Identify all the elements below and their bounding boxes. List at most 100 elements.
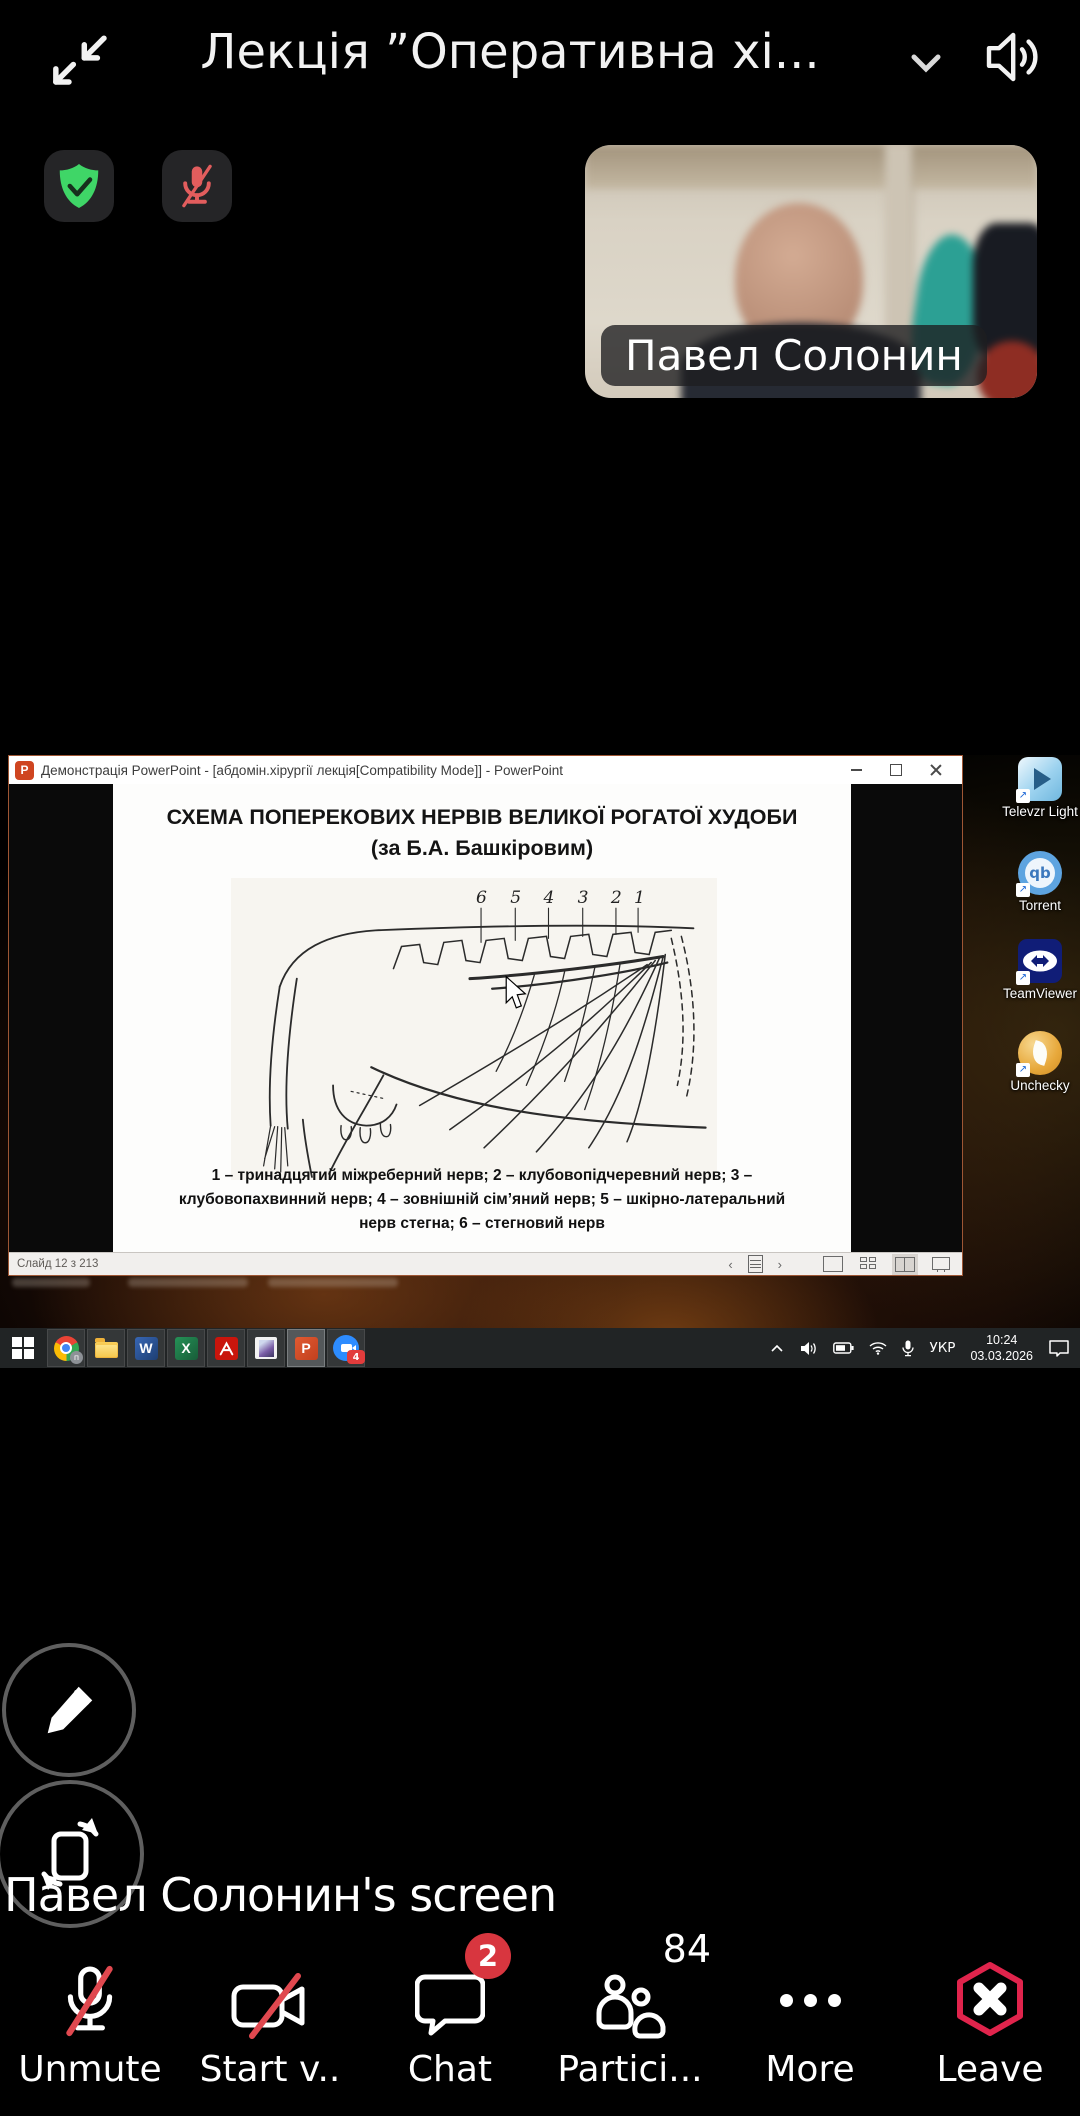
chat-unread-badge: 2 bbox=[465, 1933, 511, 1979]
more-button[interactable]: More bbox=[720, 1935, 900, 2116]
powerpoint-app-icon: P bbox=[15, 761, 34, 780]
svg-text:1: 1 bbox=[634, 888, 645, 908]
mic-muted-icon bbox=[57, 1963, 123, 2039]
participants-button[interactable]: 84 Partici... bbox=[540, 1935, 720, 2116]
zoom-notification-badge: 4 bbox=[347, 1350, 365, 1364]
word-icon: W bbox=[135, 1337, 158, 1360]
language-indicator[interactable]: УКР bbox=[929, 1340, 955, 1356]
slideshow-view-button[interactable] bbox=[932, 1257, 950, 1270]
window-close-button[interactable] bbox=[916, 757, 956, 783]
zoom-app-icon: 4 bbox=[333, 1335, 359, 1361]
maximize-icon bbox=[890, 764, 902, 776]
taskbar-chrome[interactable]: п bbox=[47, 1329, 85, 1367]
powerpoint-statusbar: Слайд 12 з 213 ‹ › bbox=[9, 1252, 962, 1275]
leave-hexagon-icon bbox=[950, 1959, 1030, 2039]
tray-time: 10:24 bbox=[970, 1332, 1033, 1348]
leave-button[interactable]: Leave bbox=[900, 1935, 1080, 2116]
annotate-button[interactable] bbox=[2, 1643, 136, 1777]
shield-check-icon bbox=[57, 162, 101, 210]
speaker-button[interactable] bbox=[978, 24, 1044, 90]
taskbar-photo-viewer[interactable] bbox=[247, 1329, 285, 1367]
start-video-button[interactable]: Start v.. bbox=[180, 1935, 360, 2116]
window-maximize-button[interactable] bbox=[876, 757, 916, 783]
notes-icon[interactable] bbox=[748, 1255, 763, 1273]
windows-taskbar: п W X P 4 bbox=[0, 1328, 1080, 1368]
tray-battery-icon[interactable] bbox=[833, 1342, 854, 1354]
excel-icon: X bbox=[175, 1337, 198, 1360]
slide-title-line2: (за Б.А. Башкіровим) bbox=[113, 833, 851, 864]
slide-caption: 1 – тринадцятий міжреберний нерв; 2 – кл… bbox=[176, 1164, 788, 1236]
tray-mic-icon[interactable] bbox=[902, 1340, 914, 1357]
powerpoint-titlebar[interactable]: P Демонстрація PowerPoint - [абдомін.хір… bbox=[9, 756, 962, 784]
file-explorer-icon bbox=[95, 1342, 118, 1358]
close-icon bbox=[930, 764, 942, 776]
windows-logo-icon bbox=[12, 1337, 34, 1359]
svg-text:4: 4 bbox=[542, 888, 554, 908]
meeting-toolbar: Unmute Start v.. 2 Chat bbox=[0, 1935, 1080, 2116]
shared-screen-area: P Демонстрація PowerPoint - [абдомін.хір… bbox=[0, 755, 1080, 1368]
security-button[interactable] bbox=[44, 150, 114, 222]
desktop-shortcut-televzr[interactable]: ↗ Televzr Light bbox=[997, 757, 1080, 819]
desktop-label-smudge bbox=[12, 1278, 90, 1287]
pencil-icon bbox=[38, 1679, 100, 1741]
minimize-icon bbox=[851, 769, 862, 771]
slide-counter: Слайд 12 з 213 bbox=[17, 1258, 98, 1270]
shortcut-arrow-icon: ↗ bbox=[1016, 1063, 1030, 1077]
meeting-title: Лекція ”Оперативна хі... bbox=[0, 24, 1020, 80]
chevron-down-icon[interactable] bbox=[908, 52, 944, 78]
acrobat-reader-icon bbox=[215, 1337, 238, 1360]
powerpoint-icon: P bbox=[295, 1337, 318, 1360]
participants-count: 84 bbox=[663, 1927, 711, 1971]
figure-number-labels: 6 5 4 3 2 1 bbox=[476, 888, 645, 908]
action-center-icon[interactable] bbox=[1048, 1339, 1070, 1357]
photo-viewer-icon bbox=[255, 1337, 277, 1359]
normal-view-button[interactable] bbox=[823, 1256, 843, 1272]
participants-icon bbox=[593, 1969, 667, 2039]
window-title: Демонстрація PowerPoint - [абдомін.хірур… bbox=[41, 763, 563, 778]
svg-text:2: 2 bbox=[610, 888, 622, 908]
mic-status-button[interactable] bbox=[162, 150, 232, 222]
tray-date: 03.03.2026 bbox=[970, 1348, 1033, 1364]
shortcut-arrow-icon: ↗ bbox=[1016, 971, 1030, 985]
chat-bubble-icon bbox=[415, 1971, 485, 2039]
shortcut-arrow-icon: ↗ bbox=[1016, 883, 1030, 897]
previous-slide-button[interactable]: ‹ bbox=[728, 1257, 732, 1272]
desktop-label-smudge bbox=[268, 1278, 398, 1287]
shortcut-arrow-icon: ↗ bbox=[1016, 789, 1030, 803]
unmute-button[interactable]: Unmute bbox=[0, 1935, 180, 2116]
slide: СХЕМА ПОПЕРЕКОВИХ НЕРВІВ ВЕЛИКОЇ РОГАТОЇ… bbox=[113, 784, 851, 1252]
powerpoint-reading-view: СХЕМА ПОПЕРЕКОВИХ НЕРВІВ ВЕЛИКОЇ РОГАТОЇ… bbox=[9, 784, 962, 1252]
mouse-cursor-icon bbox=[506, 977, 525, 1008]
tray-wifi-icon[interactable] bbox=[869, 1341, 887, 1355]
desktop-shortcut-teamviewer[interactable]: ↗ TeamViewer bbox=[997, 939, 1080, 1001]
participant-video-tile[interactable]: Павел Солонин bbox=[585, 145, 1037, 398]
taskbar-word[interactable]: W bbox=[127, 1329, 165, 1367]
slide-sorter-view-button[interactable] bbox=[860, 1257, 878, 1271]
system-tray: УКР 10:24 03.03.2026 bbox=[770, 1332, 1080, 1365]
desktop-shortcut-torrent[interactable]: qb ↗ Torrent bbox=[997, 851, 1080, 913]
next-slide-button[interactable]: › bbox=[778, 1257, 782, 1272]
powerpoint-window: P Демонстрація PowerPoint - [абдомін.хір… bbox=[8, 755, 963, 1276]
desktop-shortcut-unchecky[interactable]: ↗ Unchecky bbox=[997, 1031, 1080, 1093]
taskbar-powerpoint-active[interactable]: P bbox=[287, 1329, 325, 1367]
taskbar-zoom[interactable]: 4 bbox=[327, 1329, 365, 1367]
chat-button[interactable]: 2 Chat bbox=[360, 1935, 540, 2116]
tray-speaker-icon[interactable] bbox=[799, 1341, 818, 1356]
reading-view-button[interactable] bbox=[895, 1257, 915, 1272]
svg-text:6: 6 bbox=[476, 888, 487, 908]
cow-nerve-diagram: 6 5 4 3 2 1 bbox=[231, 878, 717, 1180]
desktop-label-smudge bbox=[128, 1278, 248, 1287]
svg-text:5: 5 bbox=[510, 888, 521, 908]
taskbar-file-explorer[interactable] bbox=[87, 1329, 125, 1367]
taskbar-acrobat[interactable] bbox=[207, 1329, 245, 1367]
participant-name-label: Павел Солонин bbox=[601, 325, 987, 386]
slide-title-line1: СХЕМА ПОПЕРЕКОВИХ НЕРВІВ ВЕЛИКОЇ РОГАТОЇ… bbox=[113, 802, 851, 833]
mic-muted-icon bbox=[176, 162, 218, 210]
tray-expand-icon[interactable] bbox=[770, 1344, 784, 1353]
window-minimize-button[interactable] bbox=[836, 757, 876, 783]
taskbar-excel[interactable]: X bbox=[167, 1329, 205, 1367]
video-off-icon bbox=[228, 1973, 312, 2039]
zoom-meeting-screen: Лекція ”Оперативна хі... bbox=[0, 0, 1080, 2116]
taskbar-clock[interactable]: 10:24 03.03.2026 bbox=[970, 1332, 1033, 1365]
start-button[interactable] bbox=[0, 1328, 46, 1368]
